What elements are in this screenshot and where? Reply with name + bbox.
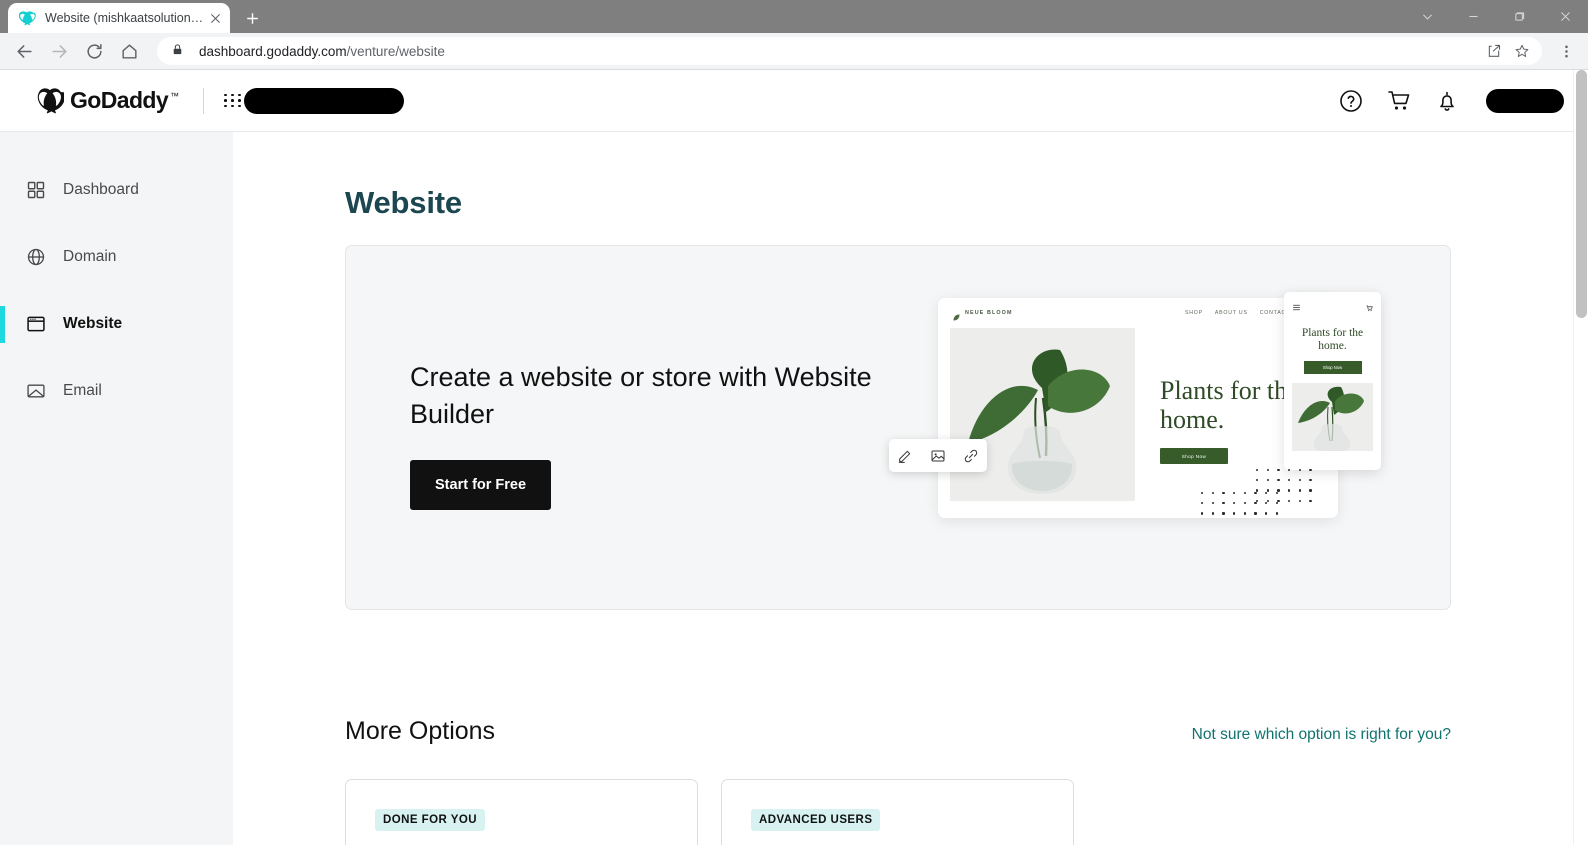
inline-edit-toolbar (889, 439, 987, 472)
page-scrollbar[interactable] (1573, 70, 1588, 845)
mock-plant-photo (950, 328, 1135, 501)
link-icon[interactable] (963, 448, 979, 464)
mock-phone-photo (1292, 382, 1373, 451)
globe-icon (25, 247, 46, 268)
omnibox-actions (1480, 37, 1536, 65)
mock-site-brand: NEUE BLOOM (952, 309, 1013, 320)
sidebar-item-dashboard[interactable]: Dashboard (0, 170, 233, 210)
option-cards: DONE FOR YOU ADVANCED USERS (345, 779, 1588, 845)
browser-window: Website (mishkaatsolutions.com) (0, 0, 1588, 845)
website-builder-hero-card: Create a website or store with Website B… (345, 245, 1451, 610)
three-dot-menu-icon[interactable] (1552, 35, 1580, 67)
window-controls (1404, 0, 1588, 33)
sidebar-item-label: Website (63, 315, 123, 332)
star-icon[interactable] (1508, 37, 1536, 65)
browser-toolbar: dashboard.godaddy.com/venture/website (0, 33, 1588, 70)
more-options-header: More Options Not sure which option is ri… (345, 717, 1451, 746)
scrollbar-thumb[interactable] (1576, 70, 1587, 318)
tab-close-icon[interactable] (206, 9, 224, 27)
mock-phone-headline: Plants for the home. (1301, 327, 1364, 352)
mock-site-nav: NEUE BLOOM SHOP ABOUT US CONTACT (938, 298, 1338, 328)
new-tab-button[interactable] (238, 4, 266, 32)
status-badge: DONE FOR YOU (375, 809, 486, 831)
forward-icon[interactable] (43, 35, 75, 67)
main-content: Website Create a website or store with W… (233, 132, 1588, 845)
godaddy-favicon (18, 10, 36, 27)
home-icon[interactable] (113, 35, 145, 67)
start-for-free-button[interactable]: Start for Free (410, 459, 552, 510)
sidebar-item-label: Dashboard (63, 181, 139, 198)
trademark-mark: ™ (170, 91, 180, 101)
help-icon[interactable] (1338, 88, 1364, 114)
page-body: Dashboard Domain Website Email Website C… (0, 132, 1588, 845)
mock-nav-link: SHOP (1184, 310, 1203, 316)
godaddy-wordmark: GoDaddy (70, 87, 169, 113)
page-title: Website (345, 185, 462, 220)
header-divider (203, 87, 205, 114)
dot-pattern-decoration-secondary (1201, 492, 1278, 523)
url-path: /venture/website (346, 43, 445, 59)
mock-site-cta-button: Shop Now (1160, 448, 1228, 465)
hero-title: Create a website or store with Website B… (410, 362, 872, 430)
venture-switcher[interactable] (224, 87, 405, 114)
more-options-title: More Options (345, 717, 496, 745)
tab-title: Website (mishkaatsolutions.com) (45, 11, 204, 25)
active-indicator (0, 306, 5, 343)
close-icon[interactable] (1542, 0, 1588, 33)
mock-phone-nav (1292, 299, 1373, 317)
browser-window-icon (25, 314, 46, 335)
account-name-redacted[interactable] (1486, 88, 1564, 113)
hero-copy: Create a website or store with Website B… (410, 359, 880, 510)
url-text: dashboard.godaddy.com/venture/website (199, 44, 1480, 59)
leaf-logo-icon (952, 309, 961, 320)
which-option-help-link[interactable]: Not sure which option is right for you? (1192, 726, 1451, 744)
sidebar-item-website[interactable]: Website (0, 304, 233, 344)
reload-icon[interactable] (78, 35, 110, 67)
bell-icon[interactable] (1434, 88, 1460, 114)
mock-nav-link: ABOUT US (1214, 310, 1248, 316)
venture-grid-icon (224, 93, 242, 108)
tab-search-chevron-icon[interactable] (1404, 0, 1450, 33)
venture-name-redacted (244, 87, 405, 114)
envelope-icon (25, 381, 46, 402)
grid-icon (25, 180, 46, 201)
minimize-icon[interactable] (1450, 0, 1496, 33)
cart-icon[interactable] (1386, 88, 1412, 114)
mobile-site-mock: Plants for the home. Shop Now (1284, 292, 1381, 470)
sidebar-item-label: Email (63, 382, 102, 399)
mock-brand-text: NEUE BLOOM (965, 310, 1013, 316)
hamburger-icon (1292, 299, 1301, 317)
option-card-done-for-you[interactable]: DONE FOR YOU (345, 779, 698, 845)
sidebar-item-label: Domain (63, 248, 117, 265)
plant-in-vase-art (968, 349, 1110, 494)
url-host: dashboard.godaddy.com (199, 43, 347, 59)
sidebar: Dashboard Domain Website Email (0, 132, 233, 845)
plant-in-vase-art-small (1298, 386, 1364, 451)
godaddy-logo[interactable]: GoDaddy ™ (36, 87, 179, 114)
pencil-icon[interactable] (897, 448, 913, 464)
website-preview-illustration: NEUE BLOOM SHOP ABOUT US CONTACT Plants … (889, 254, 1446, 609)
lock-icon (171, 43, 187, 59)
sidebar-item-email[interactable]: Email (0, 371, 233, 411)
share-icon[interactable] (1480, 37, 1508, 65)
mock-phone-cta-button: Shop Now (1303, 360, 1362, 374)
image-icon[interactable] (930, 448, 946, 464)
status-badge: ADVANCED USERS (751, 809, 881, 831)
browser-titlebar: Website (mishkaatsolutions.com) (0, 0, 1588, 33)
page-viewport: GoDaddy ™ Dashboard Domain Website Email… (0, 70, 1588, 845)
address-bar[interactable]: dashboard.godaddy.com/venture/website (157, 37, 1542, 65)
back-icon[interactable] (8, 35, 40, 67)
sidebar-item-domain[interactable]: Domain (0, 237, 233, 277)
godaddy-header: GoDaddy ™ (0, 70, 1588, 132)
option-card-advanced-users[interactable]: ADVANCED USERS (721, 779, 1074, 845)
browser-tab[interactable]: Website (mishkaatsolutions.com) (8, 3, 230, 33)
header-actions (1338, 88, 1564, 114)
cart-icon (1366, 299, 1373, 317)
maximize-icon[interactable] (1496, 0, 1542, 33)
